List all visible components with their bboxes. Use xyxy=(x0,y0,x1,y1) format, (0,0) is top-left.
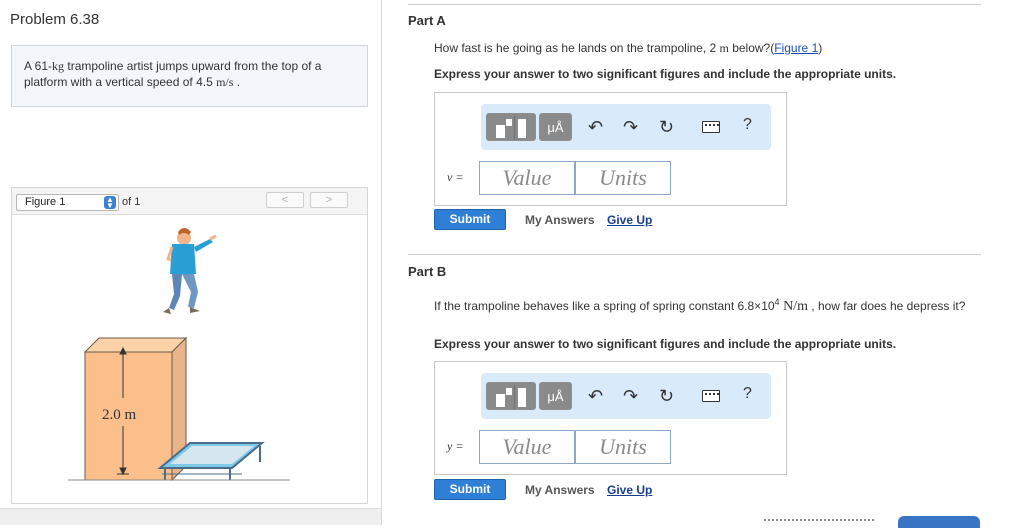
reset-icon[interactable]: ↻ xyxy=(659,385,674,407)
statement-text: . xyxy=(233,75,241,89)
figure-select[interactable]: Figure 1 ▲ ▼ xyxy=(16,194,119,211)
help-icon[interactable]: ? xyxy=(743,116,752,134)
figure-next-button[interactable]: > xyxy=(310,192,348,208)
part-a-give-up-link[interactable]: Give Up xyxy=(607,213,652,227)
part-a-title: Part A xyxy=(408,13,446,28)
figure-count: of 1 xyxy=(122,196,141,208)
part-a-submit-button[interactable]: Submit xyxy=(434,209,506,230)
statement-unit-speed: m/s xyxy=(216,75,234,89)
problem-statement: A 61-kg trampoline artist jumps upward f… xyxy=(11,45,368,107)
units-symbol-button[interactable]: μÅ xyxy=(539,382,572,410)
question-unit: m xyxy=(719,41,729,55)
equation-toolbar: μÅ ↶ ↷ ↻ ? xyxy=(481,104,771,150)
units-symbol-button[interactable]: μÅ xyxy=(539,113,572,141)
variable-label: v = xyxy=(447,170,464,184)
part-a-my-answers-link[interactable]: My Answers xyxy=(525,213,595,227)
select-arrows-icon: ▲ ▼ xyxy=(104,196,116,210)
statement-unit-kg: kg xyxy=(52,59,65,73)
problem-title: Problem 6.38 xyxy=(10,11,100,28)
figure-panel: Figure 1 ▲ ▼ of 1 < > 2.0 m xyxy=(11,187,368,504)
value-input[interactable]: Value xyxy=(479,430,575,464)
figure-link[interactable]: Figure 1 xyxy=(774,41,818,55)
statement-text: trampoline artist jumps upward from the … xyxy=(24,59,322,89)
question-text: ) xyxy=(818,41,823,55)
undo-icon[interactable]: ↶ xyxy=(588,116,603,138)
question-text: , how far does he depress it? xyxy=(807,299,966,313)
footer-link-partial[interactable] xyxy=(764,519,874,521)
keyboard-icon[interactable] xyxy=(702,121,720,133)
part-b-divider xyxy=(408,254,981,255)
undo-icon[interactable]: ↶ xyxy=(588,385,603,407)
jumper-icon xyxy=(163,228,217,314)
question-text: How fast is he going as he lands on the … xyxy=(434,41,720,55)
part-a-divider xyxy=(408,4,981,5)
part-b-title: Part B xyxy=(408,264,447,279)
templates-button[interactable] xyxy=(486,113,536,141)
question-text: If the trampoline behaves like a spring … xyxy=(434,299,775,313)
part-a-question: How fast is he going as he lands on the … xyxy=(434,40,969,56)
redo-icon[interactable]: ↷ xyxy=(623,385,638,407)
figure-toolbar: Figure 1 ▲ ▼ of 1 < > xyxy=(12,188,367,215)
trampoline-illustration xyxy=(68,228,290,482)
figure-select-label: Figure 1 xyxy=(25,196,66,208)
part-b-submit-button[interactable]: Submit xyxy=(434,479,506,500)
question-text: below?( xyxy=(728,41,775,55)
units-input[interactable]: Units xyxy=(575,161,671,195)
part-b-answer-box: μÅ ↶ ↷ ↻ ? y = Value Units xyxy=(434,361,787,475)
statement-text: A 61- xyxy=(24,59,53,73)
part-a-instruction: Express your answer to two significant f… xyxy=(434,67,897,81)
value-input[interactable]: Value xyxy=(479,161,575,195)
part-a-answer-box: μÅ ↶ ↷ ↻ ? v = Value Units xyxy=(434,92,787,206)
figure-image: 2.0 m xyxy=(12,216,367,503)
figure-prev-button[interactable]: < xyxy=(266,192,304,208)
part-b-instruction: Express your answer to two significant f… xyxy=(434,337,897,351)
part-b-question: If the trampoline behaves like a spring … xyxy=(434,294,969,315)
units-input[interactable]: Units xyxy=(575,430,671,464)
templates-button[interactable] xyxy=(486,382,536,410)
column-divider xyxy=(381,0,382,525)
reset-icon[interactable]: ↻ xyxy=(659,116,674,138)
redo-icon[interactable]: ↷ xyxy=(623,116,638,138)
question-unit: N/m xyxy=(779,299,808,314)
height-label: 2.0 m xyxy=(101,407,138,424)
variable-label: y = xyxy=(447,439,464,453)
help-icon[interactable]: ? xyxy=(743,385,752,403)
equation-toolbar: μÅ ↶ ↷ ↻ ? xyxy=(481,373,771,419)
part-b-my-answers-link[interactable]: My Answers xyxy=(525,483,595,497)
left-bottom-bar xyxy=(0,508,381,525)
part-b-give-up-link[interactable]: Give Up xyxy=(607,483,652,497)
keyboard-icon[interactable] xyxy=(702,390,720,402)
footer-button-partial[interactable] xyxy=(898,516,980,528)
